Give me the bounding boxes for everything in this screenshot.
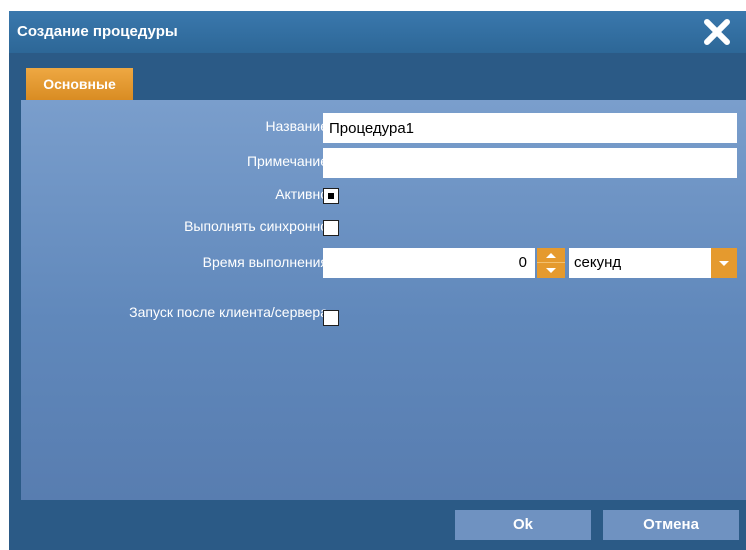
- close-icon[interactable]: [702, 17, 732, 47]
- after-client-label: Запуск после клиента/сервера: [129, 304, 328, 320]
- exec-time-spinner: [537, 248, 565, 278]
- spin-up-button[interactable]: [537, 248, 565, 263]
- chevron-down-icon[interactable]: [711, 248, 737, 278]
- after-client-checkbox[interactable]: [323, 310, 339, 326]
- caret-down-icon: [546, 268, 556, 273]
- dialog-title: Создание процедуры: [17, 23, 178, 40]
- procedure-dialog: Создание процедуры Основные Название При…: [9, 11, 746, 550]
- exec-time-value: 0: [518, 254, 527, 271]
- note-field[interactable]: [323, 148, 737, 178]
- spin-down-button[interactable]: [537, 263, 565, 278]
- caret-up-icon: [546, 253, 556, 258]
- dialog-footer: Ok Отмена: [9, 500, 746, 550]
- active-checkbox[interactable]: [323, 188, 339, 204]
- cancel-button[interactable]: Отмена: [603, 510, 739, 540]
- active-label: Активно: [275, 186, 328, 202]
- name-label: Название: [265, 118, 328, 134]
- form-panel: Название Примечание Активно Выполнять си…: [21, 100, 746, 500]
- time-unit-value: секунд: [574, 254, 622, 271]
- note-label: Примечание: [246, 153, 328, 169]
- time-unit-select[interactable]: секунд: [569, 248, 737, 278]
- exec-time-input[interactable]: 0: [323, 248, 535, 278]
- sync-checkbox[interactable]: [323, 220, 339, 236]
- tab-main[interactable]: Основные: [26, 68, 133, 100]
- name-field[interactable]: [323, 113, 737, 143]
- ok-button[interactable]: Ok: [455, 510, 591, 540]
- dialog-titlebar: Создание процедуры: [9, 11, 746, 53]
- exec-time-label: Время выполнения: [202, 254, 328, 270]
- checkbox-check-mark: [328, 193, 334, 199]
- sync-label: Выполнять синхронно: [184, 218, 328, 234]
